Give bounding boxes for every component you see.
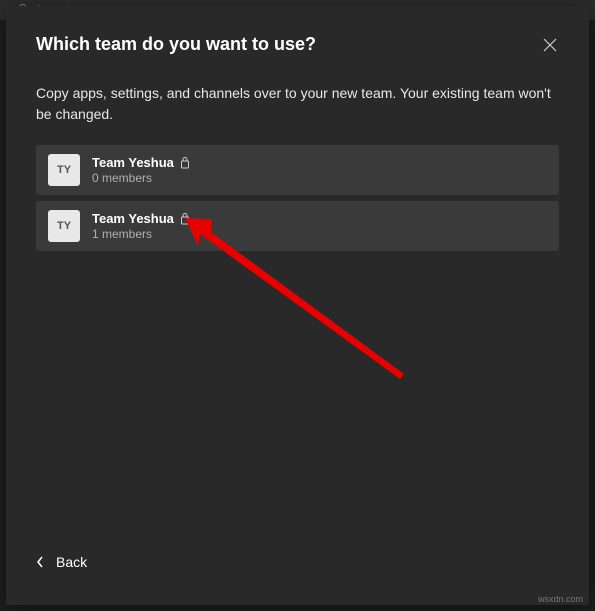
team-avatar: TY	[48, 154, 80, 186]
team-picker-modal: Which team do you want to use? Copy apps…	[6, 6, 589, 605]
chevron-left-icon	[36, 556, 44, 568]
team-avatar: TY	[48, 210, 80, 242]
modal-footer: Back	[6, 524, 589, 605]
watermark: wsxdn.com	[538, 594, 583, 604]
team-members: 0 members	[92, 171, 190, 185]
org-icon	[180, 157, 190, 169]
team-info: Team Yeshua 0 members	[92, 155, 190, 185]
close-button[interactable]	[541, 36, 559, 54]
team-members: 1 members	[92, 227, 190, 241]
org-icon	[180, 213, 190, 225]
back-button[interactable]: Back	[36, 554, 87, 570]
team-name: Team Yeshua	[92, 211, 174, 226]
team-item[interactable]: TY Team Yeshua 0 members	[36, 145, 559, 195]
modal-title: Which team do you want to use?	[36, 34, 316, 55]
team-list: TY Team Yeshua 0 members TY T	[6, 125, 589, 251]
modal-description: Copy apps, settings, and channels over t…	[6, 55, 589, 125]
team-name: Team Yeshua	[92, 155, 174, 170]
team-info: Team Yeshua 1 members	[92, 211, 190, 241]
close-icon	[543, 38, 557, 52]
team-item[interactable]: TY Team Yeshua 1 members	[36, 201, 559, 251]
back-label: Back	[56, 554, 87, 570]
